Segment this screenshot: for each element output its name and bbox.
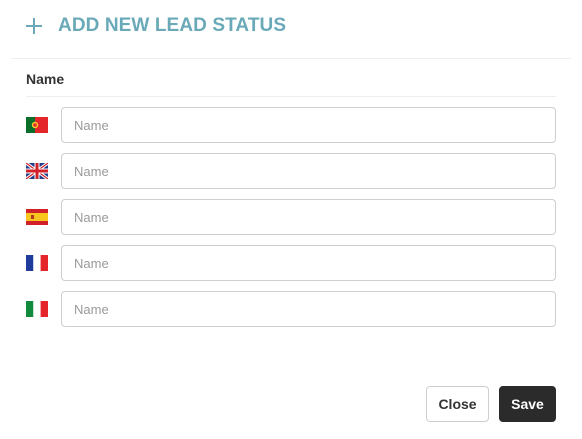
close-button[interactable]: Close (426, 386, 489, 422)
france-flag-icon (26, 255, 48, 271)
spain-flag-icon (26, 209, 48, 225)
name-input-spanish[interactable] (61, 199, 556, 235)
name-section-label: Name (26, 71, 65, 87)
portugal-flag-icon (26, 117, 48, 133)
name-row-italian (26, 291, 556, 327)
name-row-portuguese (26, 107, 556, 143)
modal-header: ADD NEW LEAD STATUS (26, 12, 286, 40)
name-input-portuguese[interactable] (61, 107, 556, 143)
name-input-english[interactable] (61, 153, 556, 189)
name-row-french (26, 245, 556, 281)
name-row-english (26, 153, 556, 189)
name-input-french[interactable] (61, 245, 556, 281)
add-lead-status-modal: ADD NEW LEAD STATUS Name Name Name Name … (0, 0, 582, 439)
name-input-italian[interactable] (61, 291, 556, 327)
save-button[interactable]: Save (499, 386, 556, 422)
uk-flag-icon (26, 163, 48, 179)
section-divider (26, 96, 556, 97)
plus-icon (26, 18, 42, 34)
modal-title: ADD NEW LEAD STATUS (58, 15, 287, 36)
header-divider (11, 58, 571, 59)
italy-flag-icon (26, 301, 48, 317)
name-row-spanish (26, 199, 556, 235)
